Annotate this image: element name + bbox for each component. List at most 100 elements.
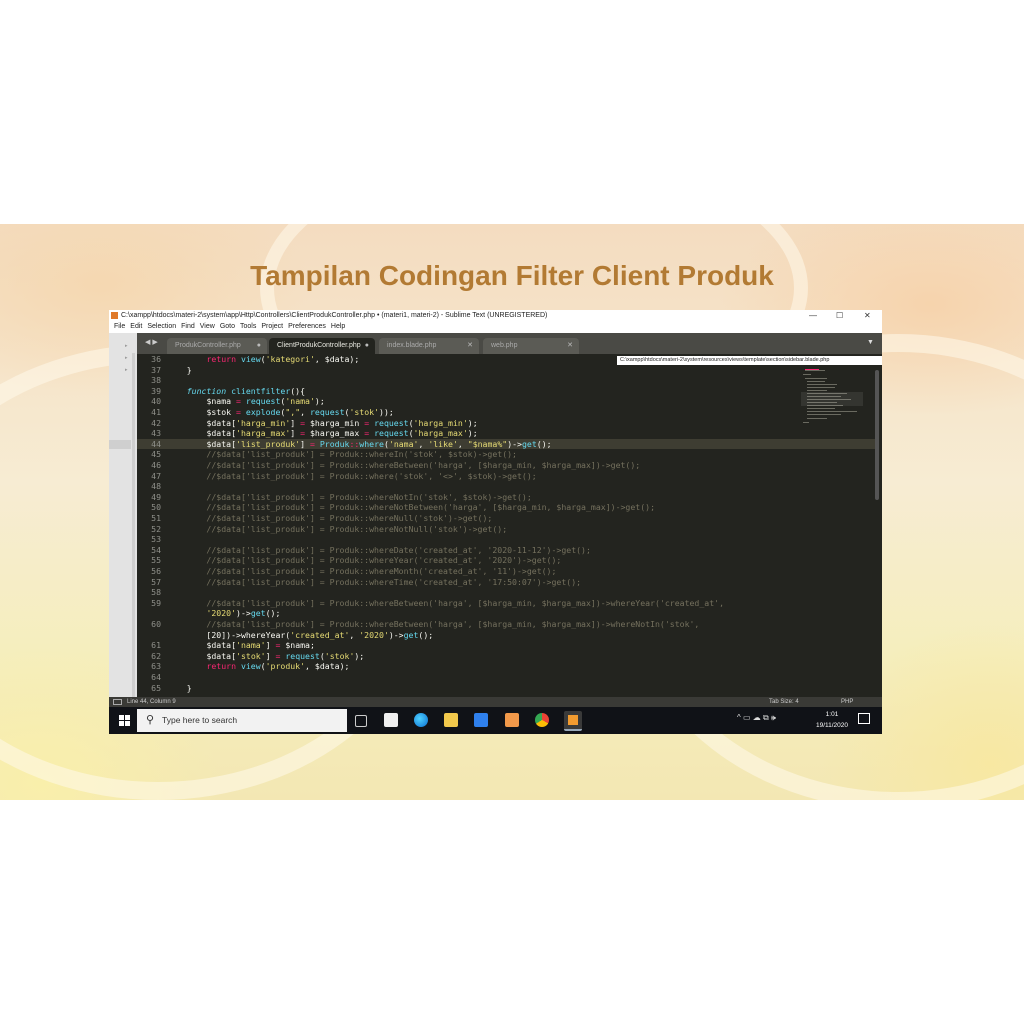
code-line[interactable]: 39 function clientfilter(){ xyxy=(137,386,877,397)
code-line[interactable]: 47 //$data['list_produk'] = Produk::wher… xyxy=(137,471,877,482)
line-number: 46 xyxy=(151,460,161,470)
system-tray-icons[interactable]: ^ ▭ ☁ ⧉ 🕪 xyxy=(737,713,776,723)
folder-arrow-icon[interactable]: ▸ xyxy=(125,355,128,361)
line-number: 45 xyxy=(151,449,161,460)
code-line[interactable]: 48 xyxy=(137,481,877,492)
tab-modified-icon[interactable]: ● xyxy=(365,338,369,354)
code-line[interactable]: 45 //$data['list_produk'] = Produk::wher… xyxy=(137,449,877,460)
code-line[interactable]: 37 } xyxy=(137,365,877,376)
code-line[interactable]: 56 //$data['list_produk'] = Produk::wher… xyxy=(137,566,877,577)
status-bar: Line 44, Column 9 Tab Size: 4 PHP xyxy=(109,697,882,707)
line-number: 54 xyxy=(151,544,161,555)
menu-tools[interactable]: Tools xyxy=(240,323,256,330)
code-line[interactable]: 64 xyxy=(137,672,877,683)
menu-help[interactable]: Help xyxy=(331,323,345,330)
close-button[interactable]: ✕ xyxy=(864,311,871,320)
tab-label: index.blade.php xyxy=(387,342,437,349)
code-line[interactable]: 57 //$data['list_produk'] = Produk::wher… xyxy=(137,577,877,588)
editor-scrollbar[interactable] xyxy=(875,370,879,500)
tab-size[interactable]: Tab Size: 4 xyxy=(769,697,799,707)
code-line[interactable]: 62 $data['stok'] = request('stok'); xyxy=(137,651,877,662)
menu-selection[interactable]: Selection xyxy=(147,323,176,330)
menu-preferences[interactable]: Preferences xyxy=(288,323,326,330)
code-line[interactable]: 46 //$data['list_produk'] = Produk::wher… xyxy=(137,460,877,471)
sidebar-scrollbar[interactable] xyxy=(132,353,135,713)
code-line[interactable]: 50 //$data['list_produk'] = Produk::wher… xyxy=(137,502,877,513)
code-line[interactable]: 58 xyxy=(137,587,877,598)
code-text: //$data['list_produk'] = Produk::whereTi… xyxy=(167,576,582,587)
code-line[interactable]: 65 } xyxy=(137,683,877,694)
tab-dropdown-icon[interactable]: ▼ xyxy=(867,339,874,346)
code-line[interactable]: 38 xyxy=(137,375,877,386)
edge-icon[interactable] xyxy=(414,713,428,727)
line-number: 42 xyxy=(151,417,161,428)
code-line[interactable]: 61 $data['nama'] = $nama; xyxy=(137,640,877,651)
folder-arrow-icon[interactable]: ▸ xyxy=(125,367,128,373)
tab-close-icon[interactable]: ✕ xyxy=(567,338,573,354)
code-line[interactable]: 54 //$data['list_produk'] = Produk::wher… xyxy=(137,545,877,556)
windows-start-icon[interactable] xyxy=(119,715,130,726)
code-editor[interactable]: 36 return view('kategori', $data); 37 } 38… xyxy=(137,354,877,706)
sublime-icon xyxy=(111,312,118,319)
menu-find[interactable]: Find xyxy=(181,323,195,330)
code-text: //$data['list_produk'] = Produk::whereNo… xyxy=(167,502,655,513)
code-text: return view('produk', $data); xyxy=(206,661,350,672)
notification-icon[interactable] xyxy=(858,713,870,724)
code-line[interactable]: 59 //$data['list_produk'] = Produk::wher… xyxy=(137,598,877,609)
task-view-icon[interactable] xyxy=(355,715,367,727)
file-path-tooltip: C:\xampp\htdocs\materi-2\system\resource… xyxy=(617,356,882,365)
line-number: 38 xyxy=(151,375,161,386)
code-line[interactable]: '2020')->get(); xyxy=(137,608,877,619)
tab-web[interactable]: web.php ✕ xyxy=(483,338,579,354)
minimap[interactable] xyxy=(799,366,869,436)
taskbar-search-box[interactable]: ⚲ Type here to search xyxy=(137,709,347,732)
code-line[interactable]: 42 $data['harga_min'] = $harga_min = req… xyxy=(137,418,877,429)
line-number: 65 xyxy=(151,682,161,693)
tab-nav-arrows[interactable]: ◀ ▶ xyxy=(145,338,158,346)
code-line[interactable]: 63 return view('produk', $data); xyxy=(137,661,877,672)
tab-index-blade[interactable]: index.blade.php ✕ xyxy=(379,338,479,354)
code-line[interactable]: 60 //$data['list_produk'] = Produk::wher… xyxy=(137,619,877,630)
tab-produkcontroller[interactable]: ProdukController.php ● xyxy=(167,338,267,354)
code-line[interactable]: 55 //$data['list_produk'] = Produk::wher… xyxy=(137,555,877,566)
code-text: //$data['list_produk'] = Produk::whereNo… xyxy=(167,491,532,502)
folder-arrow-icon[interactable]: ▸ xyxy=(125,343,128,349)
line-number: 43 xyxy=(151,428,161,439)
tab-modified-icon[interactable]: ● xyxy=(257,338,261,354)
syntax-mode[interactable]: PHP xyxy=(841,697,853,707)
store-icon[interactable] xyxy=(384,713,398,727)
code-line[interactable]: 44 $data['list_produk'] = Produk::where(… xyxy=(137,438,877,450)
chrome-icon[interactable] xyxy=(535,713,549,727)
minimize-button[interactable]: — xyxy=(809,311,817,320)
code-line[interactable]: 52 //$data['list_produk'] = Produk::wher… xyxy=(137,524,877,535)
panel-toggle-icon[interactable] xyxy=(113,699,122,705)
code-line[interactable]: 51 //$data['list_produk'] = Produk::wher… xyxy=(137,513,877,524)
code-text: $stok = explode(",", request('stok')); xyxy=(206,407,394,417)
code-line[interactable]: 40 $nama = request('nama'); xyxy=(137,396,877,407)
code-text: //$data['list_produk'] = Produk::whereBe… xyxy=(167,619,700,629)
xampp-icon[interactable] xyxy=(505,713,519,727)
windows-taskbar: ⚲ Type here to search ^ ▭ ☁ ⧉ 🕪 1:01 19/… xyxy=(109,707,882,734)
tab-clientprodukcontroller[interactable]: ClientProdukController.php ● xyxy=(269,338,375,354)
menu-goto[interactable]: Goto xyxy=(220,323,235,330)
menu-edit[interactable]: Edit xyxy=(130,323,142,330)
code-text: $data['harga_max'] = $harga_max = reques… xyxy=(206,428,478,439)
line-number: 51 xyxy=(151,513,161,523)
code-line[interactable]: 53 xyxy=(137,534,877,545)
tab-close-icon[interactable]: ✕ xyxy=(467,338,473,354)
line-number: 52 xyxy=(151,523,161,534)
code-line[interactable]: 43 $data['harga_max'] = $harga_max = req… xyxy=(137,428,877,439)
code-line[interactable]: 49 //$data['list_produk'] = Produk::wher… xyxy=(137,492,877,503)
mail-icon[interactable] xyxy=(474,713,488,727)
file-explorer-icon[interactable] xyxy=(444,713,458,727)
menu-view[interactable]: View xyxy=(200,323,215,330)
sublime-text-taskbar-icon[interactable] xyxy=(564,711,582,731)
maximize-button[interactable]: ☐ xyxy=(836,311,843,320)
code-text: '2020')->get(); xyxy=(206,608,281,619)
menu-project[interactable]: Project xyxy=(261,323,283,330)
code-line[interactable]: [20])->whereYear('created_at', '2020')->… xyxy=(137,630,877,641)
code-line[interactable]: 41 $stok = explode(",", request('stok'))… xyxy=(137,407,877,418)
menu-file[interactable]: File xyxy=(114,323,125,330)
sidebar-selected-item[interactable] xyxy=(109,440,131,449)
taskbar-clock[interactable]: 1:01 19/11/2020 xyxy=(809,709,855,731)
